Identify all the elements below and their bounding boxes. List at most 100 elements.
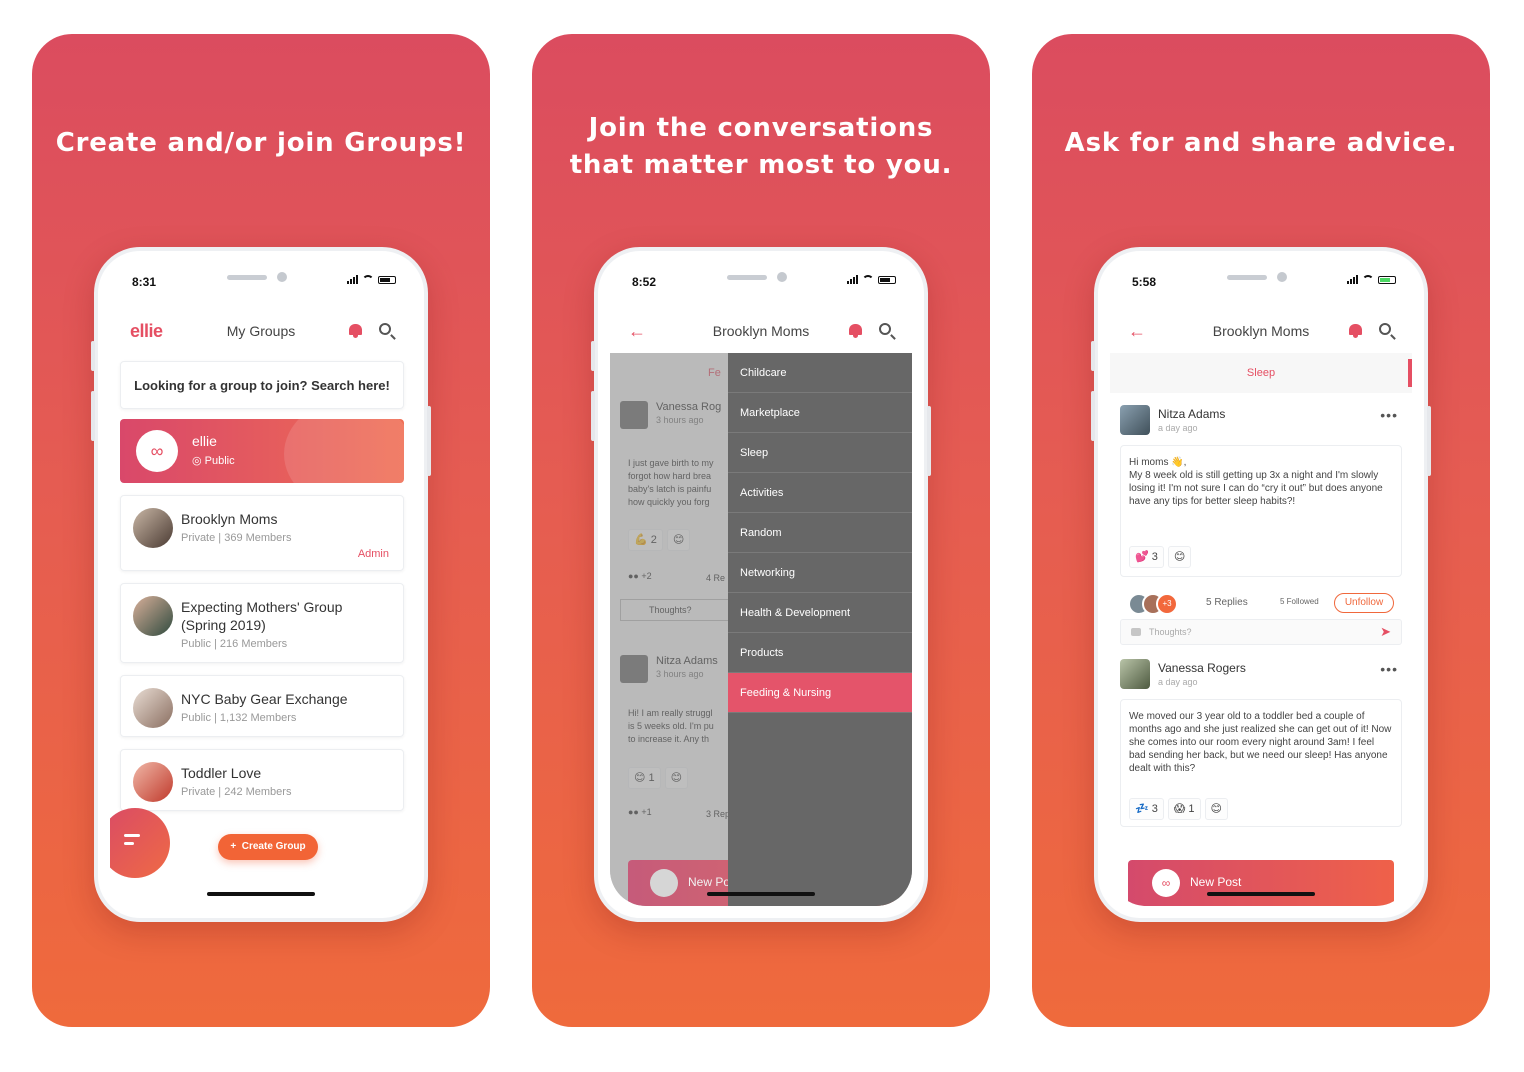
signal-icon bbox=[847, 275, 858, 284]
group-card[interactable]: Expecting Mothers' Group (Spring 2019) P… bbox=[120, 583, 404, 663]
signal-icon bbox=[347, 275, 358, 284]
author-avatar bbox=[1120, 405, 1150, 435]
panel-headline: Ask for and share advice. bbox=[1064, 128, 1458, 158]
group-name: Brooklyn Moms bbox=[181, 511, 278, 527]
author-name: Nitza Adams bbox=[1158, 407, 1226, 421]
create-group-button[interactable]: + Create Group bbox=[218, 834, 318, 860]
group-meta: Public | 216 Members bbox=[181, 638, 288, 650]
menu-item-networking[interactable]: Networking bbox=[728, 553, 912, 593]
post-text: Hi moms 👋, My 8 week old is still gettin… bbox=[1129, 457, 1383, 507]
menu-item-sleep[interactable]: Sleep bbox=[728, 433, 912, 473]
phone-mockup: 5:58 ← Brooklyn Moms Sleep Nitza Adams a… bbox=[1091, 247, 1431, 922]
send-icon[interactable]: ➤ bbox=[1380, 620, 1391, 644]
group-name: Toddler Love bbox=[181, 765, 262, 781]
menu-item-products[interactable]: Products bbox=[728, 633, 912, 673]
group-search-field[interactable]: Looking for a group to join? Search here… bbox=[120, 361, 404, 409]
post-body: Hi moms 👋, My 8 week old is still gettin… bbox=[1120, 445, 1402, 577]
panel-headline: Create and/or join Groups! bbox=[55, 128, 467, 158]
group-card[interactable]: Toddler Love Private | 242 Members bbox=[120, 749, 404, 811]
home-indicator bbox=[207, 892, 315, 896]
battery-icon bbox=[1378, 275, 1396, 284]
group-card[interactable]: Brooklyn Moms Private | 369 Members Admi… bbox=[120, 495, 404, 571]
page-title: Brooklyn Moms bbox=[1212, 323, 1310, 339]
ellie-logo-icon: ∞ bbox=[136, 430, 178, 472]
menu-item-random[interactable]: Random bbox=[728, 513, 912, 553]
more-options-icon[interactable]: ••• bbox=[1380, 661, 1398, 677]
post-time: a day ago bbox=[1158, 677, 1198, 687]
group-avatar bbox=[133, 688, 173, 728]
bell-icon[interactable] bbox=[349, 324, 362, 338]
topic-drawer: Childcare Marketplace Sleep Activities R… bbox=[728, 353, 912, 906]
app-bar: ellie My Groups bbox=[110, 313, 412, 353]
promo-panel-advice: Ask for and share advice. 5:58 ← Brookly… bbox=[1032, 34, 1490, 1027]
group-name: ellie bbox=[192, 433, 217, 449]
wifi-icon bbox=[1362, 275, 1374, 284]
menu-item-marketplace[interactable]: Marketplace bbox=[728, 393, 912, 433]
post-text: We moved our 3 year old to a toddler bed… bbox=[1129, 711, 1392, 774]
menu-fab[interactable] bbox=[110, 808, 170, 878]
author-avatar bbox=[1120, 659, 1150, 689]
reply-input[interactable]: Thoughts? ➤ bbox=[1120, 619, 1402, 645]
drawer-handle[interactable] bbox=[1408, 359, 1412, 387]
promo-panel-conversations: Join the conversations that matter most … bbox=[532, 34, 990, 1027]
bell-icon[interactable] bbox=[1349, 324, 1362, 338]
signal-icon bbox=[1347, 275, 1358, 284]
status-icons bbox=[1347, 275, 1396, 284]
group-avatar bbox=[133, 762, 173, 802]
group-meta: Public | 1,132 Members bbox=[181, 712, 297, 724]
ellie-logo-icon: ∞ bbox=[1152, 869, 1180, 897]
promo-panel-groups: Create and/or join Groups! 8:31 ellie My… bbox=[32, 34, 490, 1027]
participant-avatars: +3 bbox=[1128, 593, 1184, 615]
search-icon[interactable] bbox=[1379, 323, 1396, 340]
status-time: 5:58 bbox=[1132, 275, 1157, 289]
group-meta: Private | 369 Members bbox=[181, 532, 292, 544]
add-reaction-button[interactable]: 😊 bbox=[1167, 546, 1192, 568]
groups-list: Looking for a group to join? Search here… bbox=[120, 361, 404, 811]
add-reaction-button[interactable]: 😊 bbox=[1204, 798, 1229, 820]
group-name: NYC Baby Gear Exchange bbox=[181, 691, 348, 707]
app-bar: ← Brooklyn Moms bbox=[610, 313, 912, 353]
reaction-heart[interactable]: 💕 3 bbox=[1129, 546, 1164, 568]
panel-headline: Join the conversations that matter most … bbox=[569, 113, 953, 180]
new-post-button[interactable]: ∞ New Post bbox=[1128, 860, 1394, 906]
unfollow-button[interactable]: Unfollow bbox=[1334, 593, 1394, 613]
search-icon[interactable] bbox=[879, 323, 896, 340]
search-icon[interactable] bbox=[379, 323, 396, 340]
group-meta: Private | 242 Members bbox=[181, 786, 292, 798]
admin-badge: Admin bbox=[357, 548, 389, 560]
menu-item-childcare[interactable]: Childcare bbox=[728, 353, 912, 393]
post-time: a day ago bbox=[1158, 423, 1198, 433]
more-options-icon[interactable]: ••• bbox=[1380, 407, 1398, 423]
status-time: 8:31 bbox=[132, 275, 157, 289]
post-card: Nitza Adams a day ago ••• Hi moms 👋, My … bbox=[1120, 405, 1402, 645]
topic-tab-sleep[interactable]: Sleep bbox=[1110, 353, 1412, 393]
group-name: Expecting Mothers' Group (Spring 2019) bbox=[181, 599, 343, 633]
group-avatar bbox=[133, 596, 173, 636]
menu-item-feeding-nursing[interactable]: Feeding & Nursing bbox=[728, 673, 912, 713]
tab-label: Fe bbox=[708, 367, 721, 379]
menu-item-health-development[interactable]: Health & Development bbox=[728, 593, 912, 633]
reaction-scream[interactable]: 😱 1 bbox=[1167, 798, 1201, 820]
app-screen-my-groups: 8:31 ellie My Groups Looking for a group… bbox=[110, 263, 412, 906]
group-avatar bbox=[133, 508, 173, 548]
status-icons bbox=[347, 275, 396, 284]
battery-icon bbox=[878, 275, 896, 284]
bell-icon[interactable] bbox=[849, 324, 862, 338]
phone-mockup: 8:52 ← Brooklyn Moms Fe Vanessa Rog 3 ho… bbox=[591, 247, 931, 922]
home-indicator bbox=[707, 892, 815, 896]
page-title: Brooklyn Moms bbox=[712, 323, 810, 339]
group-card[interactable]: NYC Baby Gear Exchange Public | 1,132 Me… bbox=[120, 675, 404, 737]
status-icons bbox=[847, 275, 896, 284]
camera-icon[interactable] bbox=[1131, 628, 1141, 636]
app-screen-sleep-feed: 5:58 ← Brooklyn Moms Sleep Nitza Adams a… bbox=[1110, 263, 1412, 906]
replies-count[interactable]: 5 Replies bbox=[1206, 597, 1248, 608]
post-body: We moved our 3 year old to a toddler bed… bbox=[1120, 699, 1402, 827]
app-bar: ← Brooklyn Moms bbox=[1110, 313, 1412, 353]
reaction-sleep[interactable]: 💤 3 bbox=[1129, 798, 1164, 820]
phone-mockup: 8:31 ellie My Groups Looking for a group… bbox=[91, 247, 431, 922]
phone-notch bbox=[186, 263, 336, 289]
featured-group-card[interactable]: ∞ ellie ◎ Public bbox=[120, 419, 404, 483]
author-name: Vanessa Rogers bbox=[1158, 661, 1246, 675]
menu-item-activities[interactable]: Activities bbox=[728, 473, 912, 513]
wifi-icon bbox=[862, 275, 874, 284]
